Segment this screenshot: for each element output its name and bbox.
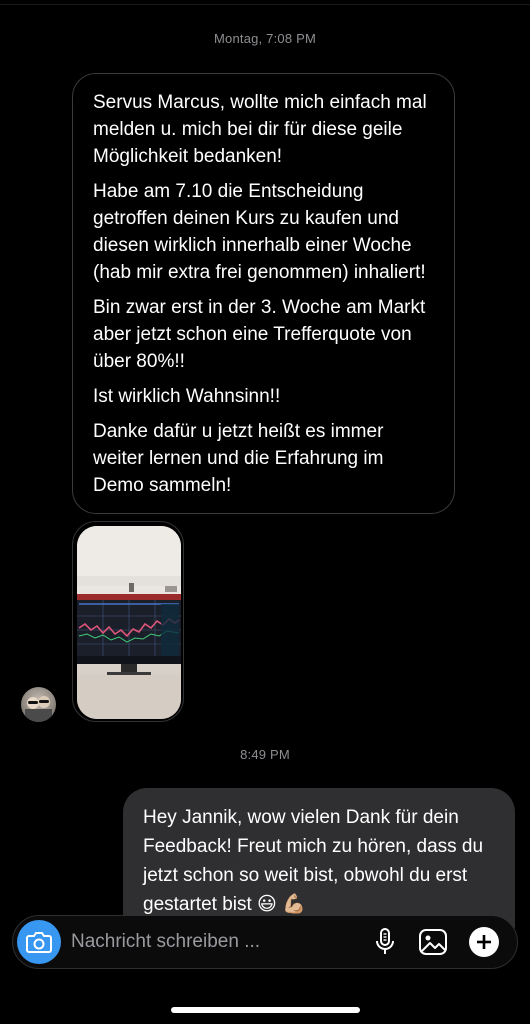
message-paragraph: Danke dafür u jetzt heißt es immer weite… bbox=[93, 421, 384, 496]
microphone-button[interactable] bbox=[369, 926, 401, 958]
add-button[interactable] bbox=[468, 926, 500, 958]
message-paragraph: Bin zwar erst in der 3. Woche am Markt a… bbox=[93, 297, 426, 372]
message-paragraph: Servus Marcus, wollte mich einfach mal m… bbox=[93, 92, 427, 167]
outgoing-message-text: Hey Jannik, wow vielen Dank für dein Fee… bbox=[143, 807, 484, 915]
avatar-illustration bbox=[25, 696, 52, 722]
contact-avatar[interactable] bbox=[21, 687, 56, 722]
camera-button[interactable] bbox=[17, 920, 61, 964]
monitor-photo[interactable] bbox=[77, 526, 181, 719]
timestamp-second: 8:49 PM bbox=[240, 747, 290, 762]
incoming-message-bubble[interactable]: Servus Marcus, wollte mich einfach mal m… bbox=[72, 73, 455, 514]
gallery-button[interactable] bbox=[417, 926, 449, 958]
home-indicator[interactable] bbox=[171, 1007, 360, 1013]
header-divider bbox=[0, 4, 530, 5]
message-composer bbox=[12, 915, 518, 969]
outgoing-message-bubble[interactable]: Hey Jannik, wow vielen Dank für dein Fee… bbox=[123, 788, 515, 928]
image-message[interactable] bbox=[72, 521, 184, 722]
chat-screen: Montag, 7:08 PM Servus Marcus, wollte mi… bbox=[0, 0, 530, 1024]
gallery-icon bbox=[419, 929, 447, 955]
timestamp-first: Montag, 7:08 PM bbox=[214, 31, 316, 46]
message-input[interactable] bbox=[71, 916, 351, 968]
plus-icon bbox=[469, 927, 499, 957]
microphone-icon bbox=[376, 928, 394, 954]
camera-icon bbox=[26, 932, 52, 953]
message-paragraph: Ist wirklich Wahnsinn!! bbox=[93, 386, 281, 407]
message-paragraph: Habe am 7.10 die Entscheidung getroffen … bbox=[93, 181, 426, 283]
monitor-photo-illustration bbox=[77, 526, 181, 719]
